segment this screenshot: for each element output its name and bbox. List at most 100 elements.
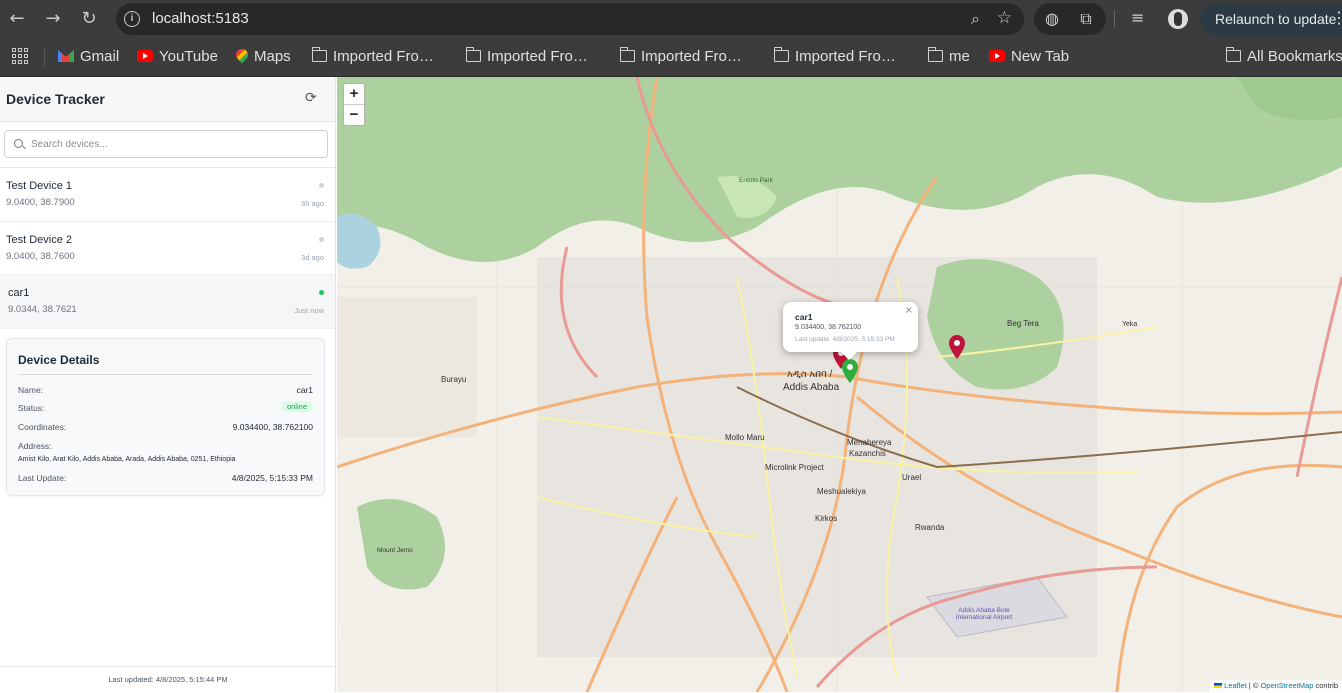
bookmark-label: Imported Fro… — [487, 48, 588, 65]
device-name: car1 — [8, 287, 30, 299]
folder-icon — [465, 47, 481, 63]
bookmark-new-tab[interactable]: New Tab — [989, 46, 1069, 68]
zoom-out-button[interactable]: − — [344, 105, 364, 126]
attribution-separator: | © — [1246, 681, 1261, 690]
map-label: Microlink Project — [765, 463, 824, 472]
popup-coords: 9.034400, 38.762100 — [795, 324, 862, 331]
bookmark-label: Imported Fro… — [795, 48, 896, 65]
toolbar-divider — [1114, 10, 1115, 28]
bookmarks-bar: Gmail YouTube Maps Imported Fro… Importe… — [0, 38, 1342, 77]
folder-icon — [311, 47, 327, 63]
reload-icon[interactable]: ↻ — [78, 8, 100, 30]
device-list-item[interactable]: Test Device 2 9.0400, 38.7600 3d ago — [0, 222, 335, 275]
map-label: Urael — [902, 473, 922, 482]
leaflet-link[interactable]: Leaflet — [1224, 681, 1247, 690]
bookmark-gmail[interactable]: Gmail — [58, 46, 119, 68]
status-dot-online — [319, 290, 324, 295]
back-icon[interactable]: ← — [6, 8, 28, 30]
zoom-in-button[interactable]: + — [344, 84, 364, 105]
site-info-icon[interactable]: i — [124, 11, 140, 27]
status-dot-offline — [319, 236, 324, 242]
map-tiles[interactable] — [337, 77, 1342, 692]
details-title: Device Details — [18, 353, 100, 367]
address-bar[interactable]: i localhost:5183 ⌕ ☆ — [116, 3, 1024, 35]
map-label: Menahereya — [847, 438, 892, 447]
map-label: Meshualekiya — [817, 487, 866, 496]
search-icon — [14, 139, 23, 148]
map-label: Entoto Park — [739, 177, 773, 184]
map-label: Kirkos — [815, 514, 838, 523]
relaunch-button[interactable]: Relaunch to update — [1200, 3, 1342, 35]
youtube-icon — [989, 50, 1005, 63]
menu-icon[interactable]: ⋮ — [1331, 8, 1342, 28]
map-label: Beg Tera — [1007, 319, 1039, 328]
search-box[interactable] — [4, 130, 328, 158]
map-label: Mount Jemo — [377, 547, 413, 554]
youtube-icon — [137, 50, 153, 63]
device-list-item[interactable]: Test Device 1 9.0400, 38.7900 3h ago — [0, 168, 335, 222]
profile-avatar[interactable] — [1168, 9, 1188, 29]
popup-last-update: Last update: 4/8/2025, 5:15:33 PM — [795, 336, 895, 343]
name-value: car1 — [296, 385, 313, 395]
map-label: Rwanda — [915, 523, 945, 532]
search-bar — [0, 122, 335, 168]
bookmark-label: New Tab — [1011, 48, 1070, 65]
device-time: 3d ago — [301, 252, 324, 262]
map-label: Yeka — [1122, 321, 1138, 328]
bookmark-folder-4[interactable]: Imported Fro… — [773, 46, 896, 68]
folder-icon — [773, 47, 789, 63]
zoom-control: + − — [343, 83, 365, 126]
bookmark-youtube[interactable]: YouTube — [137, 46, 218, 68]
status-dot-offline — [319, 183, 324, 188]
last-updated-footer: Last updated: 4/8/2025, 5:15:44 PM — [0, 666, 336, 692]
device-time: Just now — [294, 306, 324, 315]
bookmark-folder-me[interactable]: me — [927, 46, 970, 68]
folder-icon — [927, 47, 943, 63]
bookmark-star-icon[interactable]: ☆ — [997, 8, 1012, 28]
zoom-icon[interactable]: ⌕ — [971, 9, 980, 29]
all-bookmarks-label: All Bookmarks — [1247, 48, 1342, 65]
last-update-value: 4/8/2025, 5:15:33 PM — [231, 473, 313, 483]
map-attribution: Leaflet | © OpenStreetMap contrib — [1210, 680, 1342, 692]
map-label: Addis Ababa — [783, 382, 840, 393]
all-bookmarks[interactable]: All Bookmarks — [1225, 46, 1342, 68]
device-name: Test Device 1 — [6, 180, 73, 192]
app-title: Device Tracker — [6, 91, 105, 107]
extensions-puzzle-icon[interactable]: ⧉ — [1076, 9, 1096, 29]
address-label: Address: — [18, 441, 52, 451]
apps-grid-icon[interactable] — [12, 48, 28, 64]
map-label: Burayu — [441, 375, 467, 384]
search-input[interactable] — [31, 135, 311, 153]
device-details-panel: Device Details Name: car1 Status: online… — [6, 338, 325, 496]
device-marker-red[interactable] — [949, 335, 965, 359]
leaflet-flag-icon — [1214, 683, 1223, 688]
bookmark-label: YouTube — [159, 48, 218, 65]
bookmark-label: Maps — [254, 48, 291, 65]
attribution-rest: contrib — [1313, 681, 1338, 690]
device-list-item-selected[interactable]: car1 9.0344, 38.7621 Just now — [0, 275, 335, 329]
bookmark-folder-3[interactable]: Imported Fro… — [619, 46, 742, 68]
browser-toolbar: ← → ↻ i localhost:5183 ⌕ ☆ ◍ ⧉ ≡ Relaunc… — [0, 0, 1342, 38]
close-icon[interactable]: × — [905, 305, 913, 316]
media-control-icon[interactable]: ≡ — [1131, 8, 1144, 27]
folder-icon — [1225, 47, 1241, 63]
bookmark-label: Imported Fro… — [333, 48, 434, 65]
refresh-icon[interactable]: ⟳ — [305, 91, 319, 105]
map-view[interactable]: + − አዲስ አበባ / Addis Ababa Burayu Beg Ter… — [337, 77, 1342, 692]
coords-label: Coordinates: — [18, 422, 67, 432]
forward-icon[interactable]: → — [42, 8, 64, 30]
last-update-label: Last Update: — [18, 473, 67, 483]
sidebar-header: Device Tracker ⟳ — [0, 77, 335, 122]
marker-popup: × car1 9.034400, 38.762100 Last update: … — [783, 302, 918, 360]
globe-icon[interactable]: ◍ — [1042, 9, 1062, 29]
url-text[interactable]: localhost:5183 — [152, 10, 249, 27]
status-badge: online — [280, 401, 313, 412]
bookmark-maps[interactable]: Maps — [236, 46, 291, 68]
device-marker-green[interactable] — [842, 359, 858, 383]
address-value: Amist Kilo, Arat Kilo, Addis Ababa, Arad… — [18, 456, 236, 463]
folder-icon — [619, 47, 635, 63]
bookmark-folder-2[interactable]: Imported Fro… — [465, 46, 588, 68]
sidebar: Device Tracker ⟳ Test Device 1 9.0400, 3… — [0, 77, 336, 692]
osm-link[interactable]: OpenStreetMap — [1260, 681, 1313, 690]
bookmark-folder-1[interactable]: Imported Fro… — [311, 46, 434, 68]
